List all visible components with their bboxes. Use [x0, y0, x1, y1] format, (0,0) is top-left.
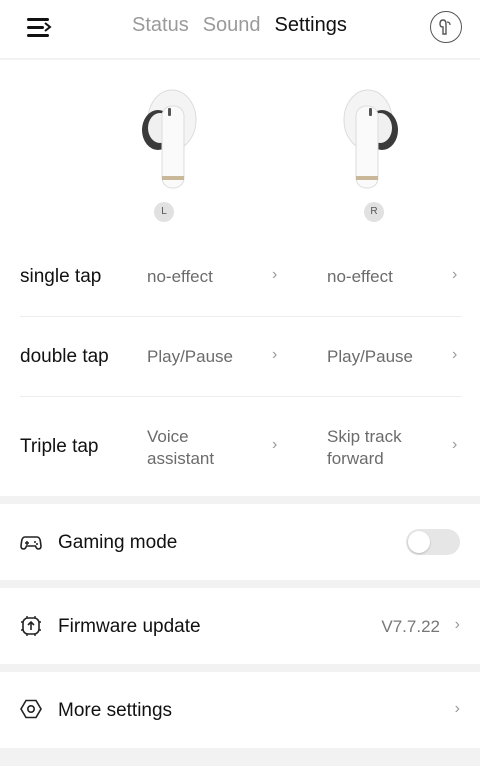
firmware-update-row[interactable]: Firmware update V7.7.22 › — [0, 588, 480, 664]
earbud-icon[interactable] — [430, 11, 462, 43]
triple-tap-right-line2: forward — [327, 449, 384, 468]
single-tap-left-value[interactable]: no-effect — [147, 266, 213, 288]
firmware-version: V7.7.22 — [381, 617, 440, 636]
single-tap-right-value[interactable]: no-effect — [327, 266, 393, 288]
triple-tap-right-line1: Skip track — [327, 427, 402, 446]
double-tap-row: double tap Play/Pause › Play/Pause › — [0, 336, 480, 396]
single-tap-row: single tap no-effect › no-effect › — [0, 256, 480, 316]
right-earbud-image — [343, 89, 398, 189]
triple-tap-right-value[interactable]: Skip track forward — [327, 426, 402, 470]
double-tap-label: double tap — [20, 346, 109, 367]
chevron-right-icon: › — [272, 436, 278, 453]
gamepad-icon — [20, 536, 42, 550]
tab-settings[interactable]: Settings — [275, 14, 347, 37]
triple-tap-label: Triple tap — [20, 436, 99, 457]
single-tap-label: single tap — [20, 266, 102, 287]
gaming-mode-row: Gaming mode — [0, 504, 480, 580]
left-earbud-badge: L — [154, 202, 174, 222]
chevron-right-icon: › — [452, 436, 458, 453]
gaming-mode-label: Gaming mode — [58, 532, 178, 553]
chevron-right-icon: › — [272, 266, 278, 283]
toggle-knob — [408, 531, 430, 553]
firmware-update-label: Firmware update — [58, 616, 201, 637]
chevron-right-icon: › — [454, 700, 460, 717]
triple-tap-left-value[interactable]: Voice assistant — [147, 426, 214, 470]
gaming-mode-toggle[interactable] — [406, 529, 460, 555]
top-bar: Status Sound Settings — [0, 0, 480, 58]
tab-sound[interactable]: Sound — [203, 14, 261, 37]
double-tap-left-value[interactable]: Play/Pause — [147, 346, 233, 368]
hexagon-settings-icon — [20, 699, 42, 719]
menu-icon[interactable] — [22, 12, 56, 42]
tap-controls-card: L R single tap no-effect › no-effect › d… — [0, 60, 480, 496]
tab-bar: Status Sound Settings — [132, 14, 347, 37]
triple-tap-left-line2: assistant — [147, 449, 215, 468]
left-earbud-image — [142, 89, 197, 189]
chevron-right-icon: › — [272, 346, 278, 363]
more-settings-row[interactable]: More settings › — [0, 672, 480, 748]
chevron-right-icon: › — [452, 346, 458, 363]
double-tap-right-value[interactable]: Play/Pause — [327, 346, 413, 368]
divider — [20, 396, 462, 397]
more-settings-label: More settings — [58, 700, 173, 721]
right-earbud-badge: R — [364, 202, 384, 222]
triple-tap-left-line1: Voice — [147, 427, 189, 446]
chevron-right-icon: › — [452, 266, 458, 283]
firmware-icon — [21, 616, 41, 636]
divider — [20, 316, 462, 317]
tab-status[interactable]: Status — [132, 14, 189, 37]
chevron-right-icon: › — [454, 616, 460, 633]
triple-tap-row: Triple tap Voice assistant › Skip track … — [0, 422, 480, 482]
